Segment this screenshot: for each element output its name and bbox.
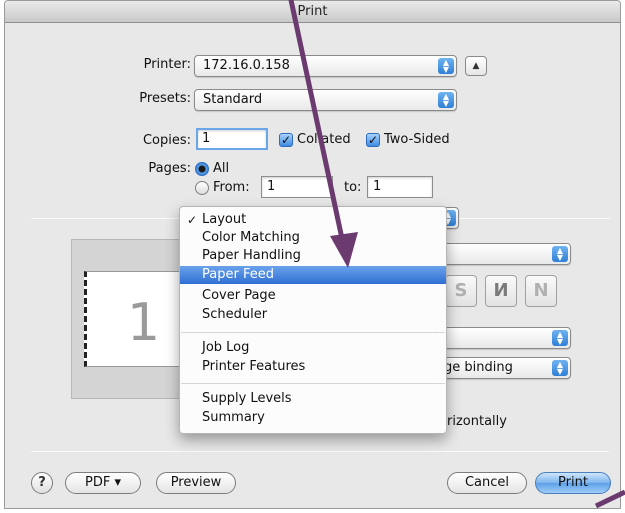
up-down-arrows-icon: ▲ ▼ [552,330,568,346]
pages-from-radio[interactable] [195,181,209,195]
menu-item-printer-features[interactable]: Printer Features [180,358,446,376]
binding-value: ge binding [444,360,513,375]
menu-item-paper-handling[interactable]: Paper Handling [180,247,446,265]
up-down-arrows-icon: ▲ ▼ [552,360,568,376]
menu-item-label: Supply Levels [202,391,292,406]
to-field[interactable]: 1 [367,176,433,198]
menu-item-paper-feed[interactable]: Paper Feed [180,266,446,284]
pages-label: Pages: [148,161,191,176]
copies-label: Copies: [142,133,191,148]
layout-direction-n-icon[interactable]: N [525,275,557,307]
menu-item-supply-levels[interactable]: Supply Levels [180,390,446,408]
menu-item-label: Printer Features [202,359,306,374]
separator-bottom [31,451,609,452]
presets-popup[interactable]: Standard ▲ ▼ [194,89,457,111]
menu-item-job-log[interactable]: Job Log [180,339,446,357]
menu-item-layout[interactable]: ✓ Layout [180,211,446,229]
menu-separator [181,332,445,333]
collated-label: Collated [297,132,351,147]
separator-right [457,218,610,219]
disclosure-button[interactable]: ▲ [465,56,487,76]
menu-item-summary[interactable]: Summary [180,409,446,427]
separator-left [31,218,181,219]
printer-label: Printer: [143,57,191,72]
presets-label: Presets: [139,91,191,106]
up-down-arrows-icon: ▲ ▼ [552,246,568,262]
border-popup[interactable]: ▲ ▼ [435,327,571,349]
printer-value: 172.16.0.158 [203,58,290,73]
menu-item-label: Paper Handling [202,248,301,263]
layout-direction-s-icon[interactable]: S [445,275,477,307]
up-down-arrows-icon: ▲ ▼ [438,58,454,74]
printer-popup[interactable]: 172.16.0.158 ▲ ▼ [194,55,457,77]
up-triangle-icon: ▲ [472,61,480,71]
panel-dropdown-menu: ✓ Layout Color Matching Paper Handling Pa… [179,206,447,434]
pdf-button[interactable]: PDF ▾ [65,472,141,494]
two-sided-label: Two-Sided [384,132,450,147]
pages-all-radio[interactable] [195,162,209,176]
preview-button[interactable]: Preview [156,472,236,494]
menu-item-color-matching[interactable]: Color Matching [180,229,446,247]
window-title: Print [5,1,620,23]
copies-field[interactable]: 1 [196,128,268,150]
menu-separator [181,383,445,384]
collated-checkbox[interactable]: ✓ [279,133,293,147]
menu-item-label: Summary [202,410,265,425]
layout-direction-n-reverse-icon[interactable]: И [485,275,517,307]
presets-value: Standard [203,92,263,107]
menu-item-label: Color Matching [202,230,300,245]
up-down-arrows-icon: ▲ ▼ [438,92,454,108]
menu-item-label: Paper Feed [202,267,274,282]
menu-item-label: Layout [202,212,247,227]
print-button[interactable]: Print [535,472,611,494]
two-sided-checkbox[interactable]: ✓ [366,133,380,147]
menu-item-label: Cover Page [202,288,276,303]
help-button[interactable]: ? [31,472,53,494]
flip-horizontally-label: rizontally [447,414,507,429]
two-sided-binding-popup[interactable]: ge binding ▲ ▼ [435,357,571,379]
menu-item-cover-page[interactable]: Cover Page [180,287,446,305]
menu-item-label: Job Log [202,340,250,355]
cancel-button[interactable]: Cancel [447,472,527,494]
from-field[interactable]: 1 [261,176,333,198]
menu-item-label: Scheduler [202,307,268,322]
pages-per-sheet-popup[interactable]: ▲ ▼ [435,243,571,265]
menu-item-scheduler[interactable]: Scheduler [180,306,446,324]
page-number: 1 [127,293,161,353]
pages-to-label: to: [344,180,362,195]
checkmark-icon: ✓ [187,213,198,227]
pages-from-label: From: [213,180,250,195]
pages-all-label: All [213,161,230,176]
